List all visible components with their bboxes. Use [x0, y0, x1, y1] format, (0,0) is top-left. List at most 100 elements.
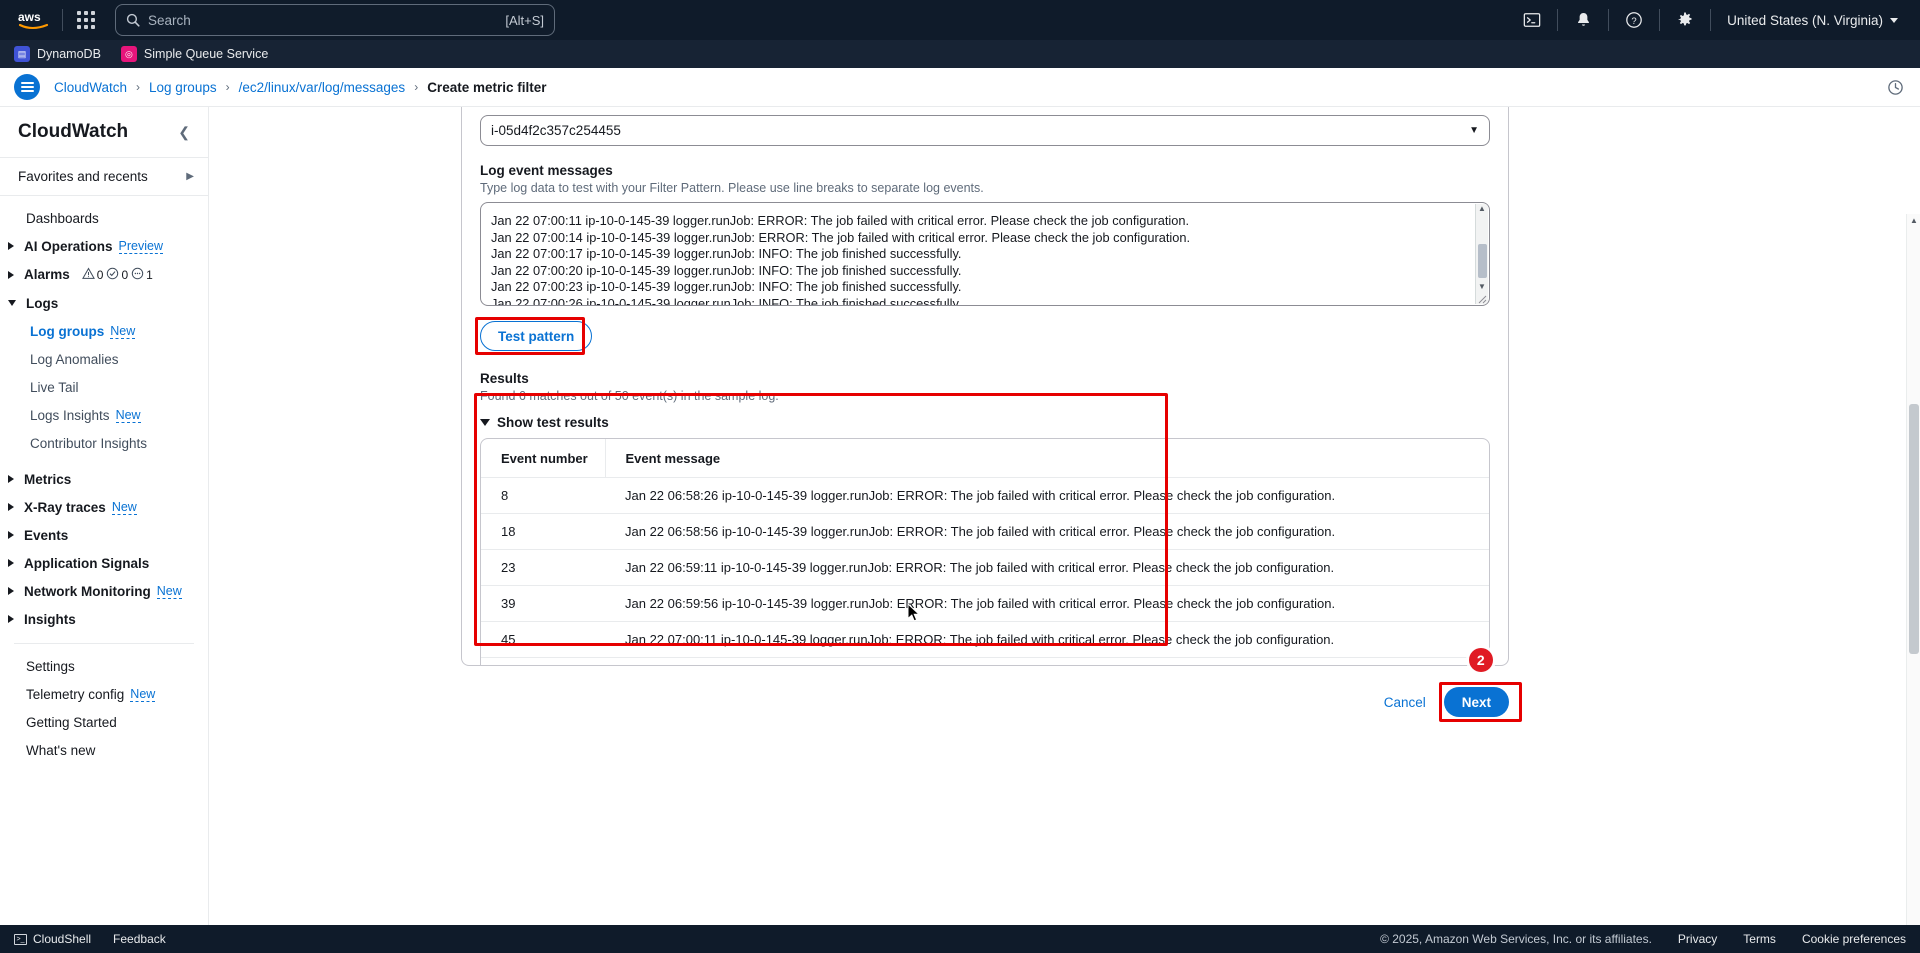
sidebar-item-alarms[interactable]: Alarms 0 0: [0, 260, 208, 289]
chevron-right-icon: [8, 587, 14, 595]
log-line: Jan 22 07:00:17 ip-10-0-145-39 logger.ru…: [491, 246, 1481, 263]
test-pattern-row: Test pattern 1: [480, 321, 1490, 354]
sidebar-item-settings[interactable]: Settings: [0, 652, 208, 680]
cancel-button[interactable]: Cancel: [1384, 695, 1426, 710]
log-event-messages-label: Log event messages: [480, 163, 1490, 178]
question-circle-icon[interactable]: ?: [1615, 3, 1653, 37]
privacy-link[interactable]: Privacy: [1678, 932, 1717, 946]
table-row[interactable]: 45 Jan 22 07:00:11 ip-10-0-145-39 logger…: [481, 622, 1489, 658]
next-button[interactable]: Next: [1444, 687, 1509, 717]
sidebar-item-label: What's new: [26, 743, 95, 758]
show-test-results-toggle[interactable]: Show test results: [480, 415, 1490, 430]
chevron-down-icon: ▼: [1469, 125, 1479, 136]
cell-event-number: 23: [481, 550, 605, 586]
log-event-messages-textarea[interactable]: Jan 22 07:00:11 ip-10-0-145-39 logger.ru…: [480, 202, 1490, 306]
test-pattern-button[interactable]: Test pattern: [480, 321, 592, 351]
cloudshell-icon[interactable]: [1513, 3, 1551, 37]
sidebar-item-telemetry-config[interactable]: Telemetry config New: [0, 680, 208, 708]
chevron-left-icon[interactable]: ❮: [174, 122, 194, 143]
sidebar-item-ai-operations[interactable]: AI Operations Preview: [0, 232, 208, 260]
cloudshell-button[interactable]: >_ CloudShell: [14, 932, 91, 946]
chevron-down-icon: [8, 300, 16, 306]
history-icon[interactable]: [1884, 76, 1906, 98]
chevron-right-icon: [8, 475, 14, 483]
sidebar-item-log-groups[interactable]: Log groups New: [0, 317, 208, 345]
new-badge[interactable]: New: [130, 687, 155, 702]
cell-event-number: 8: [481, 478, 605, 514]
table-row[interactable]: 18 Jan 22 06:58:56 ip-10-0-145-39 logger…: [481, 514, 1489, 550]
bell-icon[interactable]: [1564, 3, 1602, 37]
service-shortcut-sqs[interactable]: ◎ Simple Queue Service: [121, 46, 268, 62]
nav-divider: [1659, 9, 1660, 31]
sidebar-item-getting-started[interactable]: Getting Started: [0, 708, 208, 736]
table-header-row: Event number Event message: [481, 439, 1489, 478]
table-row[interactable]: 23 Jan 22 06:59:11 ip-10-0-145-39 logger…: [481, 550, 1489, 586]
sidebar-item-application-signals[interactable]: Application Signals: [0, 549, 208, 577]
breadcrumb-item-cloudwatch[interactable]: CloudWatch: [54, 80, 127, 95]
sidebar-item-xray-traces[interactable]: X-Ray traces New: [0, 493, 208, 521]
terms-link[interactable]: Terms: [1743, 932, 1776, 946]
form-footer-actions: Cancel Next 2: [461, 687, 1509, 717]
cell-event-message: Jan 22 07:00:14 ip-10-0-145-39 logger.ru…: [605, 658, 1489, 667]
scroll-up-icon[interactable]: ▲: [1910, 216, 1918, 225]
scrollbar-thumb[interactable]: [1478, 244, 1487, 278]
breadcrumb-item-log-groups[interactable]: Log groups: [149, 80, 217, 95]
textarea-scrollbar[interactable]: ▲ ▼: [1475, 204, 1488, 304]
sidebar-item-logs[interactable]: Logs: [0, 289, 208, 317]
sidebar-item-live-tail[interactable]: Live Tail: [0, 373, 208, 401]
sidebar-item-label: Live Tail: [30, 380, 79, 395]
grid-apps-icon[interactable]: [69, 3, 103, 37]
sidebar-item-label: Events: [24, 528, 68, 543]
search-input[interactable]: Search [Alt+S]: [115, 4, 555, 36]
cell-event-message: Jan 22 06:59:56 ip-10-0-145-39 logger.ru…: [605, 586, 1489, 622]
new-badge[interactable]: New: [116, 408, 141, 423]
scrollbar-thumb[interactable]: [1909, 404, 1919, 654]
sidebar-item-insights[interactable]: Insights: [0, 605, 208, 633]
scroll-up-icon[interactable]: ▲: [1478, 204, 1486, 216]
log-stream-select[interactable]: i-05d4f2c357c254455 ▼: [480, 115, 1490, 146]
svg-text:?: ?: [1632, 16, 1637, 27]
scroll-down-icon[interactable]: ▼: [1478, 282, 1486, 294]
table-row[interactable]: 39 Jan 22 06:59:56 ip-10-0-145-39 logger…: [481, 586, 1489, 622]
sidebar-item-logs-insights[interactable]: Logs Insights New: [0, 401, 208, 429]
cell-event-number: 39: [481, 586, 605, 622]
breadcrumb-item-log-group[interactable]: /ec2/linux/var/log/messages: [239, 80, 406, 95]
nav-divider: [62, 9, 63, 31]
cookie-preferences-link[interactable]: Cookie preferences: [1802, 932, 1906, 946]
sidebar-item-network-monitoring[interactable]: Network Monitoring New: [0, 577, 208, 605]
sidebar-item-contributor-insights[interactable]: Contributor Insights: [0, 429, 208, 457]
svg-text:aws: aws: [18, 10, 41, 24]
log-event-messages-content: Jan 22 07:00:11 ip-10-0-145-39 logger.ru…: [481, 203, 1489, 306]
new-badge[interactable]: New: [110, 324, 135, 339]
cell-event-number: 18: [481, 514, 605, 550]
preview-badge[interactable]: Preview: [119, 239, 163, 254]
new-badge[interactable]: New: [112, 500, 137, 515]
page-scrollbar[interactable]: ▲ ▼: [1906, 214, 1920, 953]
sidebar-item-events[interactable]: Events: [0, 521, 208, 549]
sidebar-item-metrics[interactable]: Metrics: [0, 465, 208, 493]
sidebar-item-whats-new[interactable]: What's new: [0, 736, 208, 764]
chevron-right-icon: [8, 615, 14, 623]
gear-icon[interactable]: [1666, 3, 1704, 37]
table-row[interactable]: 8 Jan 22 06:58:26 ip-10-0-145-39 logger.…: [481, 478, 1489, 514]
alarm-warning-count: 0: [97, 268, 104, 282]
new-badge[interactable]: New: [157, 584, 182, 599]
aws-logo[interactable]: aws: [12, 10, 56, 30]
sidebar-item-log-anomalies[interactable]: Log Anomalies: [0, 345, 208, 373]
sidebar-item-favorites-and-recents[interactable]: Favorites and recents ▶: [0, 158, 208, 195]
show-test-results-label: Show test results: [497, 415, 609, 430]
table-row[interactable]: 46 Jan 22 07:00:14 ip-10-0-145-39 logger…: [481, 658, 1489, 667]
sidebar-item-dashboards[interactable]: Dashboards: [0, 204, 208, 232]
region-selector[interactable]: United States (N. Virginia): [1717, 3, 1908, 37]
cell-event-number: 46: [481, 658, 605, 667]
service-shortcut-dynamodb[interactable]: ▤ DynamoDB: [14, 46, 101, 62]
feedback-button[interactable]: Feedback: [113, 932, 166, 946]
content-scroll-region: i-05d4f2c357c254455 ▼ Log event messages…: [209, 107, 1920, 953]
sidebar-item-label: Logs Insights: [30, 408, 110, 423]
hamburger-menu-icon[interactable]: [14, 74, 40, 100]
log-event-messages-description: Type log data to test with your Filter P…: [480, 181, 1490, 195]
resize-handle-icon[interactable]: [1478, 295, 1487, 304]
chevron-right-icon: [8, 242, 14, 250]
chevron-right-icon: ▶: [186, 171, 194, 182]
cell-event-message: Jan 22 07:00:11 ip-10-0-145-39 logger.ru…: [605, 622, 1489, 658]
